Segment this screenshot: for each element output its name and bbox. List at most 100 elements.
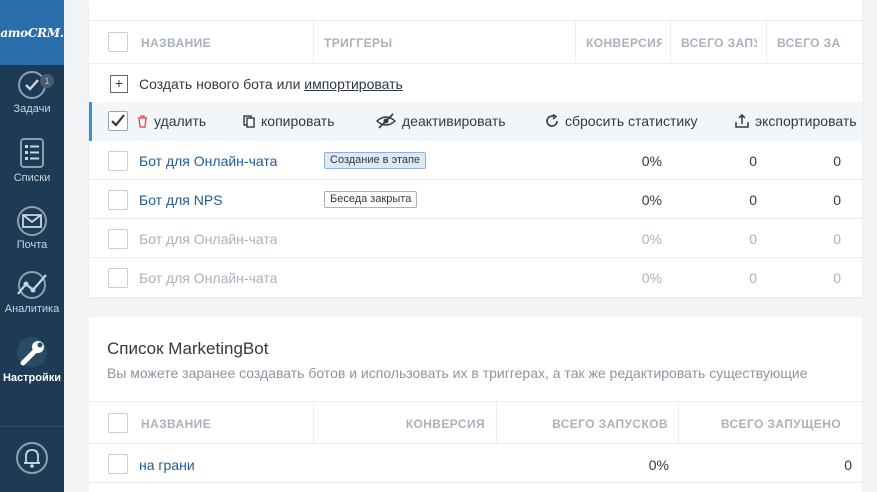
column-divider: [313, 402, 314, 445]
section-subtitle: Вы можете заранее создавать ботов и испо…: [107, 365, 808, 381]
check-icon: [111, 114, 125, 127]
column-name[interactable]: Название: [141, 417, 301, 431]
eye-off-icon: [376, 113, 396, 129]
row-checkbox[interactable]: [108, 229, 128, 249]
create-bot-text: Создать нового бота или: [139, 76, 305, 92]
selected-checkbox[interactable]: [108, 111, 128, 131]
total-value: 0: [844, 457, 852, 473]
select-all-checkbox[interactable]: [108, 413, 128, 433]
sidebar-item-lists[interactable]: Списки: [0, 137, 64, 191]
column-total-started[interactable]: Всего за: [777, 36, 843, 50]
conversion-value: 0%: [641, 231, 662, 247]
table-header: Название Триггеры Конверсия Всего запу В…: [89, 20, 862, 64]
column-divider: [670, 21, 671, 64]
reset-stats-button[interactable]: сбросить статистику: [545, 113, 698, 129]
table-row[interactable]: Бот для Онлайн-чата Создание в этапе 0% …: [89, 141, 862, 180]
column-divider: [678, 402, 679, 445]
row-checkbox[interactable]: [108, 190, 128, 210]
deactivate-label: деактивировать: [402, 113, 506, 129]
delete-button[interactable]: удалить: [137, 113, 206, 129]
marketingbot-card: Список MarketingBot Вы можете заранее со…: [89, 317, 862, 492]
column-triggers[interactable]: Триггеры: [324, 36, 574, 50]
reset-stats-label: сбросить статистику: [565, 113, 698, 129]
action-bar: удалить копировать деактивировать сброси…: [89, 102, 862, 141]
deactivate-button[interactable]: деактивировать: [376, 113, 506, 129]
column-divider: [313, 21, 314, 64]
sidebar-item-mail[interactable]: Почта: [0, 206, 64, 256]
bot-name-link[interactable]: Бот для Онлайн-чата: [139, 231, 277, 247]
bot-name-link[interactable]: Бот для NPS: [139, 192, 223, 208]
import-link[interactable]: импортировать: [304, 76, 403, 92]
tasks-badge: 1: [40, 74, 54, 88]
copy-icon: [243, 114, 255, 128]
total-runs-value: 0: [749, 192, 757, 208]
column-conversion[interactable]: Конверсия: [586, 36, 662, 50]
trigger-tag[interactable]: Создание в этапе: [324, 152, 427, 169]
analytics-icon: [17, 271, 47, 299]
table-row[interactable]: на грани 0% 0: [89, 444, 862, 483]
row-checkbox[interactable]: [108, 151, 128, 171]
column-divider: [575, 21, 576, 64]
total-started-value: 0: [833, 270, 841, 286]
sidebar-item-label: Почта: [16, 239, 48, 251]
total-started-value: 0: [833, 231, 841, 247]
sidebar-item-label: Настройки: [2, 372, 62, 384]
copy-button[interactable]: копировать: [243, 113, 335, 129]
column-name[interactable]: Название: [141, 36, 301, 50]
delete-label: удалить: [154, 113, 207, 129]
column-divider: [766, 21, 767, 64]
bell-icon: [16, 442, 48, 474]
sidebar: amoCRM. 1 Задачи Списки Почта Аналитика …: [0, 0, 64, 492]
total-runs-value: 0: [749, 270, 757, 286]
add-icon[interactable]: +: [110, 75, 128, 93]
column-total-started[interactable]: Всего запущено: [689, 417, 841, 431]
row-checkbox[interactable]: [108, 454, 128, 474]
total-runs-value: 0: [749, 153, 757, 169]
column-total-runs[interactable]: Всего запусков: [507, 417, 668, 431]
selection-indicator: [89, 102, 92, 141]
sidebar-item-label: Аналитика: [4, 303, 60, 315]
select-all-checkbox[interactable]: [108, 32, 128, 52]
bot-name-link[interactable]: Бот для Онлайн-чата: [139, 270, 277, 286]
sidebar-item-label: Задачи: [13, 103, 51, 115]
sidebar-item-analytics[interactable]: Аналитика: [0, 270, 64, 320]
total-started-value: 0: [833, 192, 841, 208]
conversion-value: 0%: [648, 457, 669, 473]
trigger-tag[interactable]: Беседа закрыта: [324, 191, 418, 208]
bot-name-link[interactable]: на грани: [139, 457, 195, 473]
table-row[interactable]: Бот для Онлайн-чата 0% 0 0: [89, 219, 862, 258]
column-divider: [496, 402, 497, 445]
export-icon: [735, 114, 749, 128]
conversion-value: 0%: [641, 192, 662, 208]
table-row[interactable]: Бот для NPS Беседа закрыта 0% 0 0: [89, 180, 862, 219]
sidebar-item-settings[interactable]: Настройки: [0, 335, 64, 390]
column-conversion[interactable]: Конверсия: [324, 417, 485, 431]
sidebar-item-label: Списки: [13, 172, 51, 184]
conversion-value: 0%: [641, 270, 662, 286]
column-total-runs[interactable]: Всего запу: [681, 36, 757, 50]
mail-icon: [17, 206, 47, 236]
bots-card: Название Триггеры Конверсия Всего запу В…: [89, 0, 862, 297]
logo-box[interactable]: amoCRM.: [0, 0, 64, 65]
export-button[interactable]: экспортировать: [735, 113, 857, 129]
logo: amoCRM.: [0, 25, 64, 40]
table-row[interactable]: Бот для Онлайн-чата 0% 0 0: [89, 258, 862, 297]
section-title: Список MarketingBot: [107, 339, 269, 358]
conversion-value: 0%: [641, 153, 662, 169]
sidebar-divider: [0, 426, 64, 427]
settings-icon: [17, 337, 47, 367]
table-header: Название Конверсия Всего запусков Всего …: [89, 401, 862, 445]
row-checkbox[interactable]: [108, 268, 128, 288]
create-bot-row: + Создать нового бота или импортировать: [89, 64, 862, 102]
export-label: экспортировать: [755, 113, 857, 129]
trash-icon: [138, 114, 147, 128]
create-bot-link[interactable]: Создать нового бота или импортировать: [139, 76, 403, 92]
total-started-value: 0: [833, 153, 841, 169]
copy-label: копировать: [261, 113, 335, 129]
total-runs-value: 0: [749, 231, 757, 247]
bot-name-link[interactable]: Бот для Онлайн-чата: [139, 153, 277, 169]
refresh-icon: [546, 114, 558, 127]
lists-icon: [20, 138, 44, 168]
sidebar-item-notifications[interactable]: [0, 441, 64, 477]
sidebar-item-tasks[interactable]: 1 Задачи: [0, 70, 64, 122]
